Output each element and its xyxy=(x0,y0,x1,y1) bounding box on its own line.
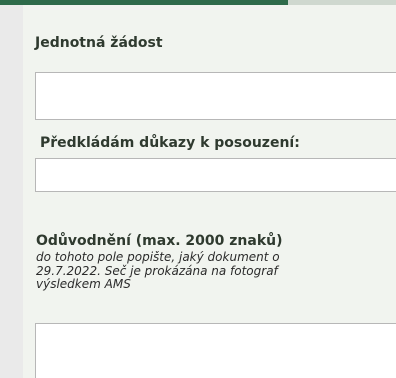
justification-hint-line: výsledkem AMS xyxy=(36,277,131,291)
evidence-label: Předkládám důkazy k posouzení: xyxy=(40,135,300,151)
justification-label: Odůvodnění (max. 2000 znaků) xyxy=(36,233,283,249)
application-field[interactable] xyxy=(35,72,396,120)
justification-textarea[interactable] xyxy=(35,323,396,378)
left-side-strip xyxy=(0,5,23,378)
justification-hint: do tohoto pole popište, jaký dokument o … xyxy=(36,251,396,292)
justification-hint-line: 29.7.2022. Seč je prokázána na fotograf xyxy=(36,263,278,278)
evidence-field[interactable] xyxy=(35,158,396,192)
section-title: Jednotná žádost xyxy=(35,35,163,51)
justification-hint-line: do tohoto pole popište, jaký dokument o xyxy=(36,251,280,264)
